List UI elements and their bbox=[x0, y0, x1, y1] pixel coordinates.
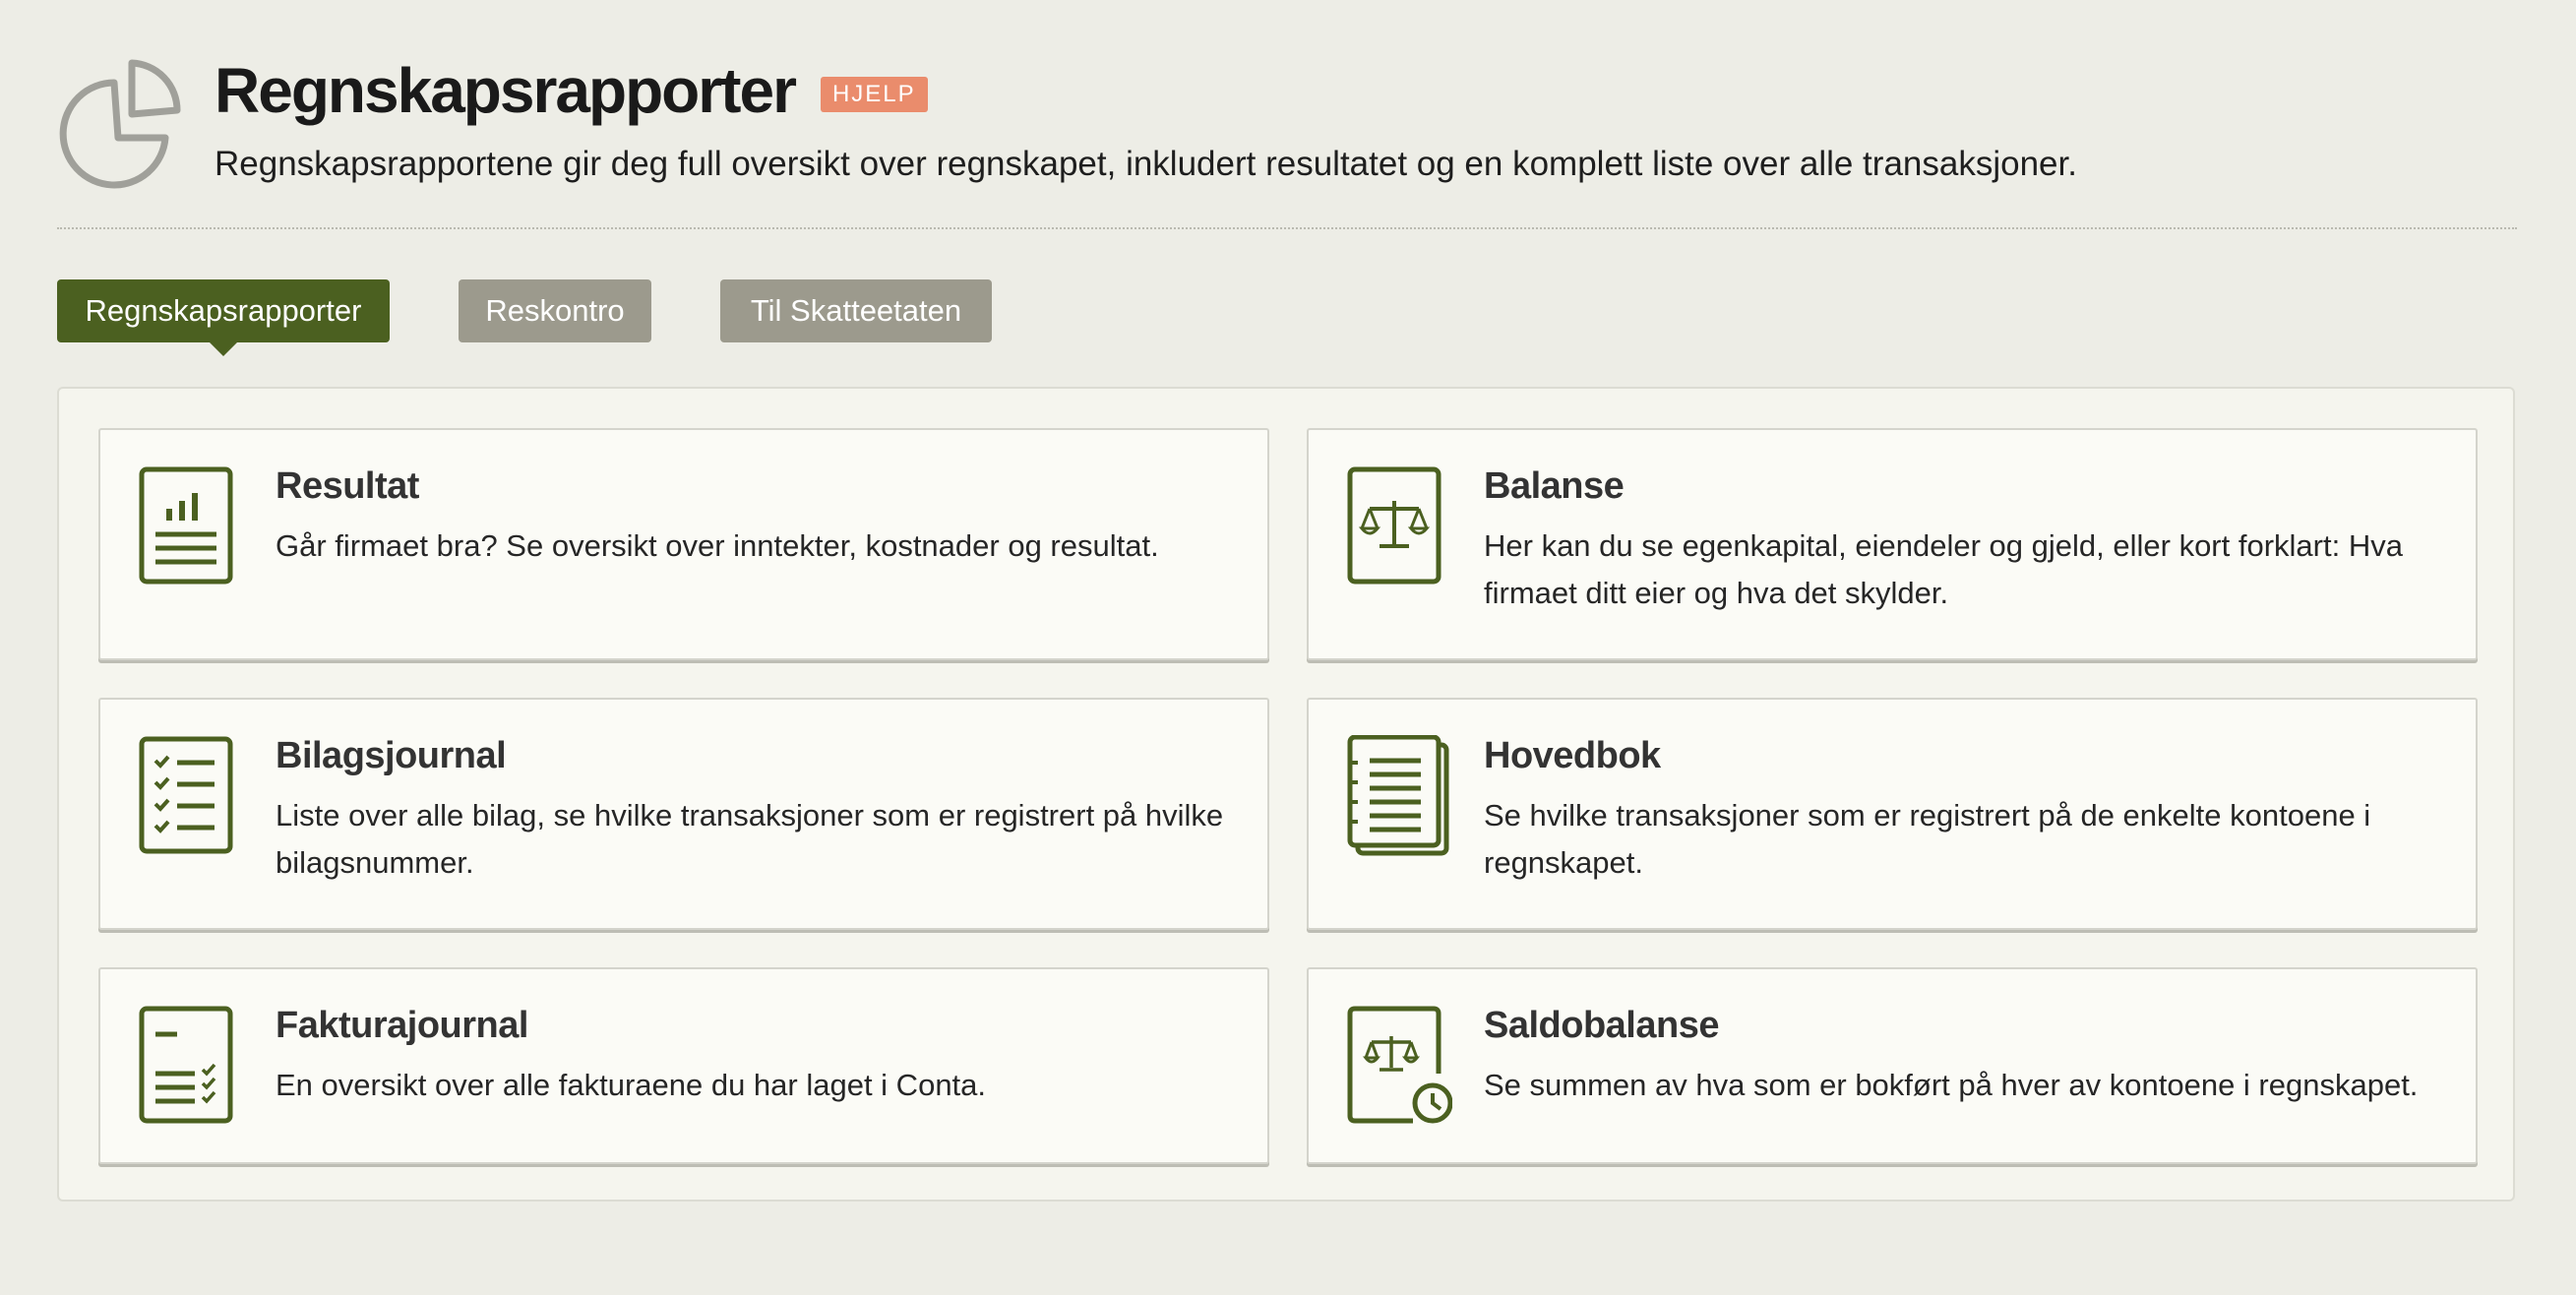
report-card-saldobalanse[interactable]: Saldobalanse Se summen av hva som er bok… bbox=[1307, 967, 2478, 1164]
card-description: En oversikt over alle fakturaene du har … bbox=[276, 1068, 987, 1102]
checklist-document-icon bbox=[138, 735, 244, 859]
card-title: Hovedbok bbox=[1484, 735, 1661, 776]
tab-regnskapsrapporter[interactable]: Regnskapsrapporter bbox=[57, 279, 390, 356]
report-card-resultat[interactable]: Resultat Går firmaet bra? Se oversikt ov… bbox=[98, 428, 1269, 660]
invoice-list-icon bbox=[138, 1005, 244, 1129]
header-divider bbox=[57, 227, 2517, 229]
report-card-hovedbok[interactable]: Hovedbok Se hvilke transaksjoner som er … bbox=[1307, 698, 2478, 930]
scales-clock-icon bbox=[1346, 1005, 1453, 1129]
page-subtitle: Regnskapsrapportene gir deg full oversik… bbox=[215, 145, 2077, 183]
report-card-bilagsjournal[interactable]: Bilagsjournal Liste over alle bilag, se … bbox=[98, 698, 1269, 930]
card-title: Fakturajournal bbox=[276, 1005, 528, 1046]
card-description: Se summen av hva som er bokført på hver … bbox=[1484, 1068, 2419, 1102]
tab-reskontro[interactable]: Reskontro bbox=[459, 279, 651, 342]
reports-panel: Resultat Går firmaet bra? Se oversikt ov… bbox=[57, 387, 2515, 1202]
card-title: Balanse bbox=[1484, 465, 1625, 507]
page-title: Regnskapsrapporter bbox=[215, 55, 797, 126]
card-description: Liste over alle bilag, se hvilke transak… bbox=[276, 798, 1224, 880]
card-description: Se hvilke transaksjoner som er registrer… bbox=[1484, 798, 2371, 880]
card-title: Saldobalanse bbox=[1484, 1005, 1719, 1046]
page-header: Regnskapsrapporter HJELP Regnskapsrappor… bbox=[57, 51, 2517, 189]
card-title: Resultat bbox=[276, 465, 419, 507]
ledger-book-icon bbox=[1346, 734, 1452, 859]
report-chart-icon bbox=[138, 465, 244, 589]
help-button[interactable]: HJELP bbox=[820, 77, 928, 112]
pie-chart-icon bbox=[59, 59, 181, 189]
card-title: Bilagsjournal bbox=[276, 735, 507, 776]
card-description: Går firmaet bra? Se oversikt over inntek… bbox=[276, 528, 1159, 563]
report-card-balanse[interactable]: Balanse Her kan du se egenkapital, eiend… bbox=[1307, 428, 2478, 660]
card-description: Her kan du se egenkapital, eiendeler og … bbox=[1484, 528, 2403, 610]
tab-til-skatteetaten[interactable]: Til Skatteetaten bbox=[720, 279, 992, 342]
scales-document-icon bbox=[1346, 465, 1452, 589]
report-card-fakturajournal[interactable]: Fakturajournal En oversikt over alle fak… bbox=[98, 967, 1269, 1164]
